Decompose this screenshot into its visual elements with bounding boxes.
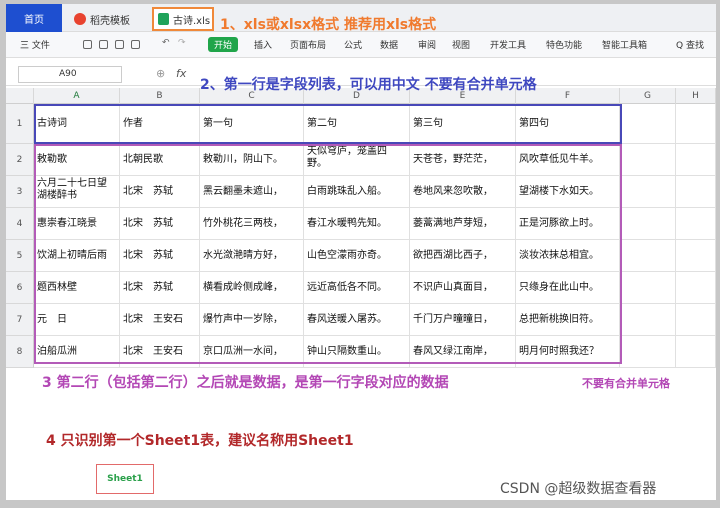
row-header-2[interactable]: 2: [6, 144, 34, 176]
save-icon[interactable]: [83, 40, 92, 49]
empty-cell[interactable]: [676, 144, 716, 176]
empty-cell[interactable]: [620, 176, 676, 208]
spreadsheet-file-icon: [158, 13, 169, 25]
column-header-g[interactable]: G: [620, 88, 676, 104]
watermark: CSDN @超级数据查看器: [500, 481, 657, 497]
zoom-icon[interactable]: ⊕: [156, 67, 165, 80]
export-icon[interactable]: [99, 40, 108, 49]
row-header-6[interactable]: 6: [6, 272, 34, 304]
empty-cell[interactable]: [676, 240, 716, 272]
tab-smart-tools[interactable]: 智能工具箱: [602, 38, 647, 51]
tab-wps-label: 稻壳模板: [90, 15, 130, 27]
tab-file[interactable]: 古诗.xls: [152, 7, 214, 31]
empty-cell[interactable]: [620, 104, 676, 144]
tab-page-layout[interactable]: 页面布局: [290, 38, 326, 51]
empty-cell[interactable]: [620, 144, 676, 176]
empty-cell[interactable]: [620, 240, 676, 272]
row-header-3[interactable]: 3: [6, 176, 34, 208]
empty-cell[interactable]: [620, 336, 676, 368]
tab-file-label: 古诗.xls: [173, 15, 211, 27]
fx-icon[interactable]: fx: [176, 67, 186, 80]
data-rows-highlight: [34, 144, 622, 364]
empty-cell[interactable]: [676, 208, 716, 240]
annotation-file-format: 1、xls或xlsx格式 推荐用xls格式: [220, 17, 437, 33]
tab-developer[interactable]: 开发工具: [490, 38, 526, 51]
tab-formula[interactable]: 公式: [344, 38, 362, 51]
row-header-4[interactable]: 4: [6, 208, 34, 240]
empty-cell[interactable]: [676, 336, 716, 368]
tab-wps-templates[interactable]: 稻壳模板: [68, 7, 148, 31]
tab-features[interactable]: 特色功能: [546, 38, 582, 51]
header-row-highlight: [34, 104, 622, 144]
annotation-sheet1: 4 只识别第一个Sheet1表，建议名称用Sheet1: [46, 433, 354, 449]
preview-icon[interactable]: [131, 40, 140, 49]
tab-view[interactable]: 视图: [452, 38, 470, 51]
wps-logo-icon: [74, 13, 86, 25]
ribbon-toolbar: 三 文件 ↶ ↷ 开始 插入 页面布局 公式 数据 审阅 视图 开发工具 特色功…: [6, 32, 716, 58]
tab-review[interactable]: 审阅: [418, 38, 436, 51]
tab-data[interactable]: 数据: [380, 38, 398, 51]
empty-cell[interactable]: [620, 304, 676, 336]
search-button[interactable]: Q 查找: [676, 38, 704, 51]
row-header-7[interactable]: 7: [6, 304, 34, 336]
empty-cell[interactable]: [676, 176, 716, 208]
name-box[interactable]: A90: [18, 66, 122, 83]
row-header-8[interactable]: 8: [6, 336, 34, 368]
file-menu[interactable]: 三 文件: [20, 38, 50, 51]
annotation-no-merge: 不要有合并单元格: [582, 377, 670, 390]
empty-cell[interactable]: [676, 272, 716, 304]
empty-cell[interactable]: [620, 272, 676, 304]
select-all-corner[interactable]: [6, 88, 34, 104]
row-header-1[interactable]: 1: [6, 104, 34, 144]
screenshot-frame: 首页 稻壳模板 古诗.xls 三 文件 ↶ ↷ 开始 插入 页面布局 公式 数据…: [0, 0, 720, 508]
annotation-header-row: 2、第一行是字段列表，可以用中文 不要有合并单元格: [200, 77, 537, 93]
undo-icon[interactable]: ↶: [162, 38, 170, 48]
column-header-b[interactable]: B: [120, 88, 200, 104]
annotation-data-rows: 3 第二行（包括第二行）之后就是数据，是第一行字段对应的数据: [42, 375, 449, 391]
tab-start[interactable]: 开始: [208, 37, 239, 52]
tab-home[interactable]: 首页: [6, 4, 62, 32]
column-header-a[interactable]: A: [34, 88, 120, 104]
empty-cell[interactable]: [620, 208, 676, 240]
print-icon[interactable]: [115, 40, 124, 49]
column-header-h[interactable]: H: [676, 88, 716, 104]
spreadsheet-app: 首页 稻壳模板 古诗.xls 三 文件 ↶ ↷ 开始 插入 页面布局 公式 数据…: [6, 4, 716, 500]
row-header-5[interactable]: 5: [6, 240, 34, 272]
empty-cell[interactable]: [676, 104, 716, 144]
empty-cell[interactable]: [676, 304, 716, 336]
sheet-tab-sheet1[interactable]: Sheet1: [96, 464, 154, 494]
tab-insert[interactable]: 插入: [254, 38, 272, 51]
redo-icon[interactable]: ↷: [178, 38, 186, 48]
